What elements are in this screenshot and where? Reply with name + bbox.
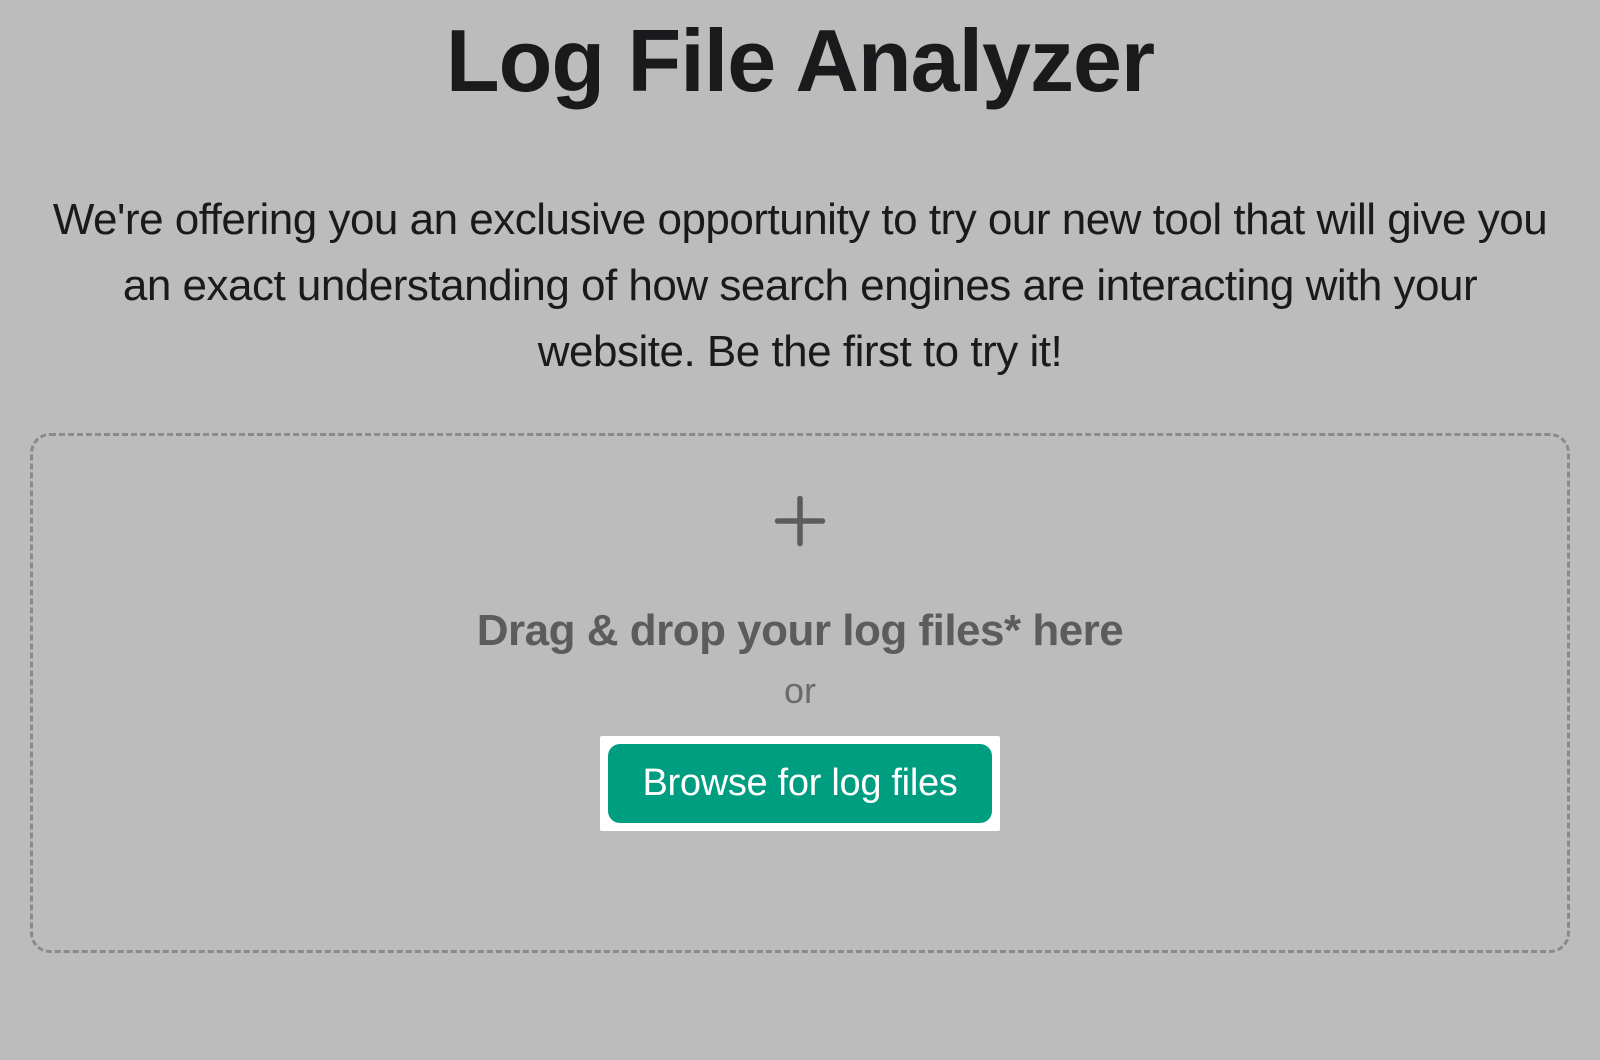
browse-files-button[interactable]: Browse for log files: [608, 744, 991, 823]
main-container: Log File Analyzer We're offering you an …: [30, 10, 1570, 953]
file-dropzone[interactable]: Drag & drop your log files* here or Brow…: [30, 433, 1570, 953]
or-separator: or: [784, 670, 816, 712]
drag-drop-label: Drag & drop your log files* here: [477, 606, 1124, 656]
plus-icon: [770, 491, 830, 556]
page-title: Log File Analyzer: [30, 10, 1570, 112]
button-highlight-wrapper: Browse for log files: [600, 736, 999, 831]
page-description: We're offering you an exclusive opportun…: [30, 187, 1570, 385]
